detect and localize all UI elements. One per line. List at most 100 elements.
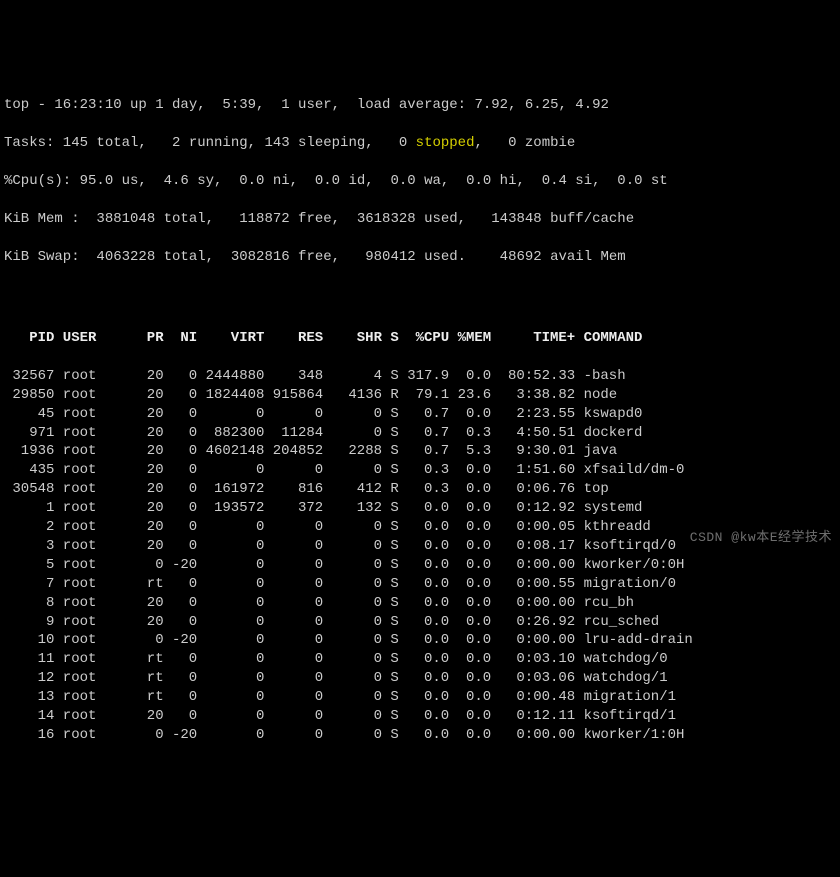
- cell-virt: 0: [197, 631, 264, 650]
- cell-s: S: [382, 669, 399, 688]
- cell-s: S: [382, 575, 399, 594]
- process-row[interactable]: 9root200000S0.00.00:26.92rcu_sched: [4, 613, 836, 632]
- cell-user: root: [54, 669, 130, 688]
- process-row[interactable]: 971root200882300112840S0.70.34:50.51dock…: [4, 424, 836, 443]
- cell-mem: 0.0: [449, 367, 491, 386]
- cell-mem: 0.0: [449, 594, 491, 613]
- cell-pr: 20: [130, 499, 164, 518]
- cell-pid: 13: [4, 688, 54, 707]
- cell-virt: 2444880: [197, 367, 264, 386]
- process-row[interactable]: 14root200000S0.00.00:12.11ksoftirqd/1: [4, 707, 836, 726]
- process-row[interactable]: 10root0-20000S0.00.00:00.00lru-add-drain: [4, 631, 836, 650]
- cell-user: root: [54, 518, 130, 537]
- cell-virt: 0: [197, 575, 264, 594]
- cell-user: root: [54, 386, 130, 405]
- cell-user: root: [54, 613, 130, 632]
- cell-user: root: [54, 726, 130, 745]
- cell-shr: 2288: [323, 442, 382, 461]
- cell-cpu: 317.9: [399, 367, 449, 386]
- cell-cmd: migration/0: [575, 575, 676, 594]
- cell-pr: 0: [130, 631, 164, 650]
- process-row[interactable]: 1root200193572372132S0.00.00:12.92system…: [4, 499, 836, 518]
- cell-user: root: [54, 688, 130, 707]
- cell-res: 0: [264, 461, 323, 480]
- cell-ni: 0: [164, 594, 198, 613]
- process-row[interactable]: 16root0-20000S0.00.00:00.00kworker/1:0H: [4, 726, 836, 745]
- cell-shr: 132: [323, 499, 382, 518]
- cell-mem: 5.3: [449, 442, 491, 461]
- cell-shr: 0: [323, 650, 382, 669]
- tasks-post: , 0 zombie: [474, 135, 575, 151]
- cell-res: 0: [264, 707, 323, 726]
- cell-virt: 0: [197, 650, 264, 669]
- cell-cpu: 0.0: [399, 726, 449, 745]
- process-row[interactable]: 11rootrt0000S0.00.00:03.10watchdog/0: [4, 650, 836, 669]
- cell-res: 348: [264, 367, 323, 386]
- process-row[interactable]: 30548root200161972816412R0.30.00:06.76to…: [4, 480, 836, 499]
- cell-res: 0: [264, 518, 323, 537]
- cell-virt: 0: [197, 405, 264, 424]
- process-row[interactable]: 12rootrt0000S0.00.00:03.06watchdog/1: [4, 669, 836, 688]
- col-cpu: %CPU: [399, 329, 449, 348]
- cell-pr: 20: [130, 518, 164, 537]
- process-row[interactable]: 1936root20046021482048522288S0.75.39:30.…: [4, 442, 836, 461]
- cell-time: 0:26.92: [491, 613, 575, 632]
- tasks-pre: Tasks: 145 total, 2 running, 143 sleepin…: [4, 135, 416, 151]
- cell-cpu: 0.3: [399, 461, 449, 480]
- cell-virt: 0: [197, 594, 264, 613]
- cell-user: root: [54, 650, 130, 669]
- process-row[interactable]: 8root200000S0.00.00:00.00rcu_bh: [4, 594, 836, 613]
- cell-mem: 0.0: [449, 499, 491, 518]
- cell-pr: 20: [130, 442, 164, 461]
- cell-time: 0:00.00: [491, 556, 575, 575]
- col-pr: PR: [130, 329, 164, 348]
- cell-ni: 0: [164, 367, 198, 386]
- cell-virt: 4602148: [197, 442, 264, 461]
- cell-time: 0:06.76: [491, 480, 575, 499]
- process-row[interactable]: 5root0-20000S0.00.00:00.00kworker/0:0H: [4, 556, 836, 575]
- cell-s: S: [382, 688, 399, 707]
- cell-pr: 20: [130, 707, 164, 726]
- cell-pid: 11: [4, 650, 54, 669]
- cell-pid: 9: [4, 613, 54, 632]
- cell-virt: 0: [197, 707, 264, 726]
- cell-ni: 0: [164, 480, 198, 499]
- cell-virt: 0: [197, 556, 264, 575]
- cell-s: S: [382, 726, 399, 745]
- cell-cmd: kworker/1:0H: [575, 726, 684, 745]
- cell-pid: 8: [4, 594, 54, 613]
- cell-mem: 0.0: [449, 631, 491, 650]
- top-summary: top - 16:23:10 up 1 day, 5:39, 1 user, l…: [4, 78, 836, 286]
- cell-mem: 0.0: [449, 575, 491, 594]
- process-row[interactable]: 435root200000S0.30.01:51.60xfsaild/dm-0: [4, 461, 836, 480]
- col-user: USER: [54, 329, 130, 348]
- cell-virt: 193572: [197, 499, 264, 518]
- cell-shr: 0: [323, 556, 382, 575]
- cell-cmd: kworker/0:0H: [575, 556, 684, 575]
- cell-res: 0: [264, 575, 323, 594]
- cell-pr: 20: [130, 405, 164, 424]
- process-row[interactable]: 45root200000S0.70.02:23.55kswapd0: [4, 405, 836, 424]
- process-row[interactable]: 13rootrt0000S0.00.00:00.48migration/1: [4, 688, 836, 707]
- cell-mem: 0.0: [449, 707, 491, 726]
- cell-cmd: xfsaild/dm-0: [575, 461, 684, 480]
- cell-s: S: [382, 650, 399, 669]
- cell-cpu: 0.0: [399, 613, 449, 632]
- cell-cmd: rcu_bh: [575, 594, 634, 613]
- cell-mem: 0.0: [449, 726, 491, 745]
- cell-mem: 23.6: [449, 386, 491, 405]
- process-row[interactable]: 7rootrt0000S0.00.00:00.55migration/0: [4, 575, 836, 594]
- cell-virt: 0: [197, 726, 264, 745]
- cell-cmd: -bash: [575, 367, 625, 386]
- cell-cpu: 0.0: [399, 556, 449, 575]
- process-row[interactable]: 32567root20024448803484S317.90.080:52.33…: [4, 367, 836, 386]
- cell-pid: 1936: [4, 442, 54, 461]
- cell-user: root: [54, 442, 130, 461]
- cell-mem: 0.0: [449, 480, 491, 499]
- cell-res: 0: [264, 688, 323, 707]
- watermark-text: CSDN @kw本E经学技术: [690, 529, 832, 547]
- cell-time: 3:38.82: [491, 386, 575, 405]
- cell-res: 0: [264, 405, 323, 424]
- cell-virt: 0: [197, 613, 264, 632]
- process-row[interactable]: 29850root20018244089158644136R79.123.63:…: [4, 386, 836, 405]
